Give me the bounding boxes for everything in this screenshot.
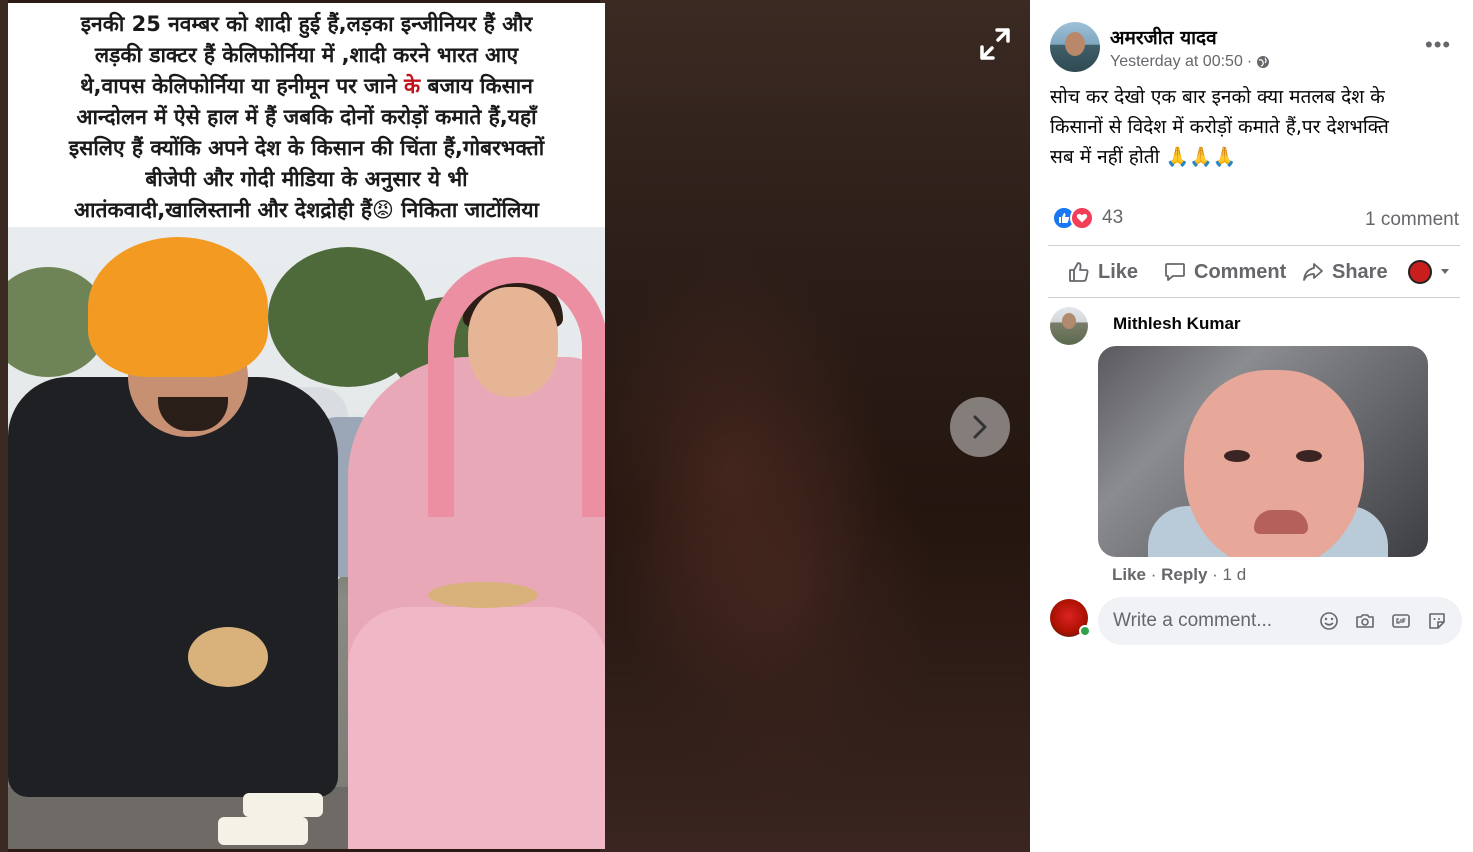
post-sidebar: अमरजीत यादव Yesterday at 00:50 · ••• सोच… bbox=[1030, 0, 1473, 852]
sticker-icon[interactable] bbox=[1426, 610, 1448, 632]
angry-emoji: 😡 bbox=[372, 198, 394, 222]
comment-input[interactable]: Write a comment... bbox=[1098, 597, 1462, 645]
caret-down-icon bbox=[1441, 269, 1449, 274]
author-name[interactable]: अमरजीत यादव bbox=[1110, 24, 1217, 50]
expand-button[interactable] bbox=[975, 24, 1015, 64]
post-photo: इनकी 25 नवम्बर को शादी हुई हैं,लड़का इन्… bbox=[8, 3, 605, 849]
post-actions: Like Comment Share bbox=[1048, 250, 1468, 294]
share-icon bbox=[1303, 263, 1323, 281]
chevron-right-icon bbox=[973, 415, 987, 439]
react-as-avatar bbox=[1408, 260, 1432, 284]
divider bbox=[1048, 245, 1460, 246]
post-text: सोच कर देखो एक बार इनको क्या मतलब देश के… bbox=[1050, 82, 1460, 172]
next-photo-button[interactable] bbox=[950, 397, 1010, 457]
share-button[interactable]: Share bbox=[1302, 261, 1388, 284]
viewer-edge bbox=[0, 0, 8, 852]
image-baby-mouth bbox=[1254, 510, 1308, 534]
couple-photo bbox=[8, 227, 605, 849]
online-indicator bbox=[1079, 625, 1091, 637]
caption-segment: थे,वापस केलिफोर्निया या हनीमून पर जाने bbox=[80, 74, 405, 98]
reaction-summary[interactable]: 43 bbox=[1052, 206, 1123, 230]
post-meta: Yesterday at 00:50 · bbox=[1110, 53, 1270, 71]
media-viewer: इनकी 25 नवम्बर को शादी हुई हैं,लड़का इन्… bbox=[0, 0, 1030, 852]
comment-label: Comment bbox=[1194, 260, 1287, 283]
caption-line: इनकी 25 नवम्बर को शादी हुई हैं,लड़का इन्… bbox=[80, 12, 533, 36]
post-timestamp[interactable]: Yesterday at 00:50 bbox=[1110, 53, 1243, 71]
comment-button[interactable]: Comment bbox=[1164, 261, 1286, 284]
avatar-face bbox=[1065, 32, 1085, 56]
caption-line: थे,वापस केलिफोर्निया या हनीमून पर जाने क… bbox=[18, 71, 595, 102]
comment-reply-link[interactable]: Reply bbox=[1161, 565, 1207, 584]
comment-image[interactable] bbox=[1098, 346, 1428, 557]
comment-time[interactable]: · 1 d bbox=[1207, 565, 1246, 584]
comment-like-link[interactable]: Like bbox=[1112, 565, 1146, 584]
post-text-segment: सब में नहीं होती bbox=[1050, 146, 1166, 168]
photo-plate bbox=[218, 817, 308, 845]
post-text-line: सब में नहीं होती 🙏🙏🙏 bbox=[1050, 142, 1460, 172]
caption-segment: आतंकवादी,खालिस्तानी और देशद्रोही हैं bbox=[74, 198, 373, 222]
gif-icon[interactable] bbox=[1390, 610, 1412, 632]
comment-input-placeholder: Write a comment... bbox=[1113, 610, 1273, 631]
photo-roti bbox=[188, 627, 268, 687]
caption-line: बीजेपी और गोदी मीडिया के अनुसार ये भी bbox=[145, 167, 468, 191]
comment-dot: · bbox=[1146, 565, 1162, 584]
caption-line: आतंकवादी,खालिस्तानी और देशद्रोही हैं😡 नि… bbox=[18, 195, 595, 226]
composer-tools bbox=[1318, 610, 1448, 632]
photo-caption-text: इनकी 25 नवम्बर को शादी हुई हैं,लड़का इन्… bbox=[8, 3, 605, 227]
love-reaction-icon bbox=[1070, 206, 1094, 230]
author-avatar[interactable] bbox=[1050, 22, 1100, 72]
pray-emoji: 🙏🙏🙏 bbox=[1165, 146, 1237, 168]
image-baby-eye bbox=[1224, 450, 1250, 462]
caption-segment: निकिता जाटोंलिया bbox=[393, 198, 539, 222]
photo-man bbox=[8, 377, 338, 797]
photo-dupatta bbox=[428, 257, 605, 517]
meta-separator: · bbox=[1246, 53, 1253, 70]
caption-segment-red: के bbox=[404, 74, 421, 98]
camera-icon[interactable] bbox=[1354, 610, 1376, 632]
image-baby-face bbox=[1184, 370, 1364, 557]
image-baby-eye bbox=[1296, 450, 1322, 462]
photo-plate bbox=[243, 793, 323, 817]
avatar-face bbox=[1062, 313, 1076, 329]
like-button[interactable]: Like bbox=[1068, 261, 1138, 284]
photo-woman-skirt bbox=[348, 607, 605, 849]
post-text-line: किसानों से विदेश में करोड़ों कमाते हैं,प… bbox=[1050, 116, 1389, 138]
caption-line: लड़की डाक्टर हैं केलिफोर्निया में ,शादी … bbox=[94, 43, 519, 67]
divider bbox=[1048, 297, 1460, 298]
comment-actions: Like · Reply · 1 d bbox=[1112, 565, 1246, 585]
reaction-count: 43 bbox=[1102, 207, 1124, 228]
commenter-avatar[interactable] bbox=[1050, 307, 1088, 345]
share-label: Share bbox=[1332, 260, 1388, 283]
photo-roti bbox=[428, 582, 538, 608]
comment-count-link[interactable]: 1 comment bbox=[1365, 209, 1459, 231]
post-text-line: सोच कर देखो एक बार इनको क्या मतलब देश के bbox=[1050, 86, 1385, 108]
commenter-name[interactable]: Mithlesh Kumar bbox=[1113, 314, 1241, 334]
caption-segment: बजाय किसान bbox=[420, 74, 533, 98]
caption-line: आन्दोलन में ऐसे हाल में हैं जबकि दोनों क… bbox=[76, 105, 537, 129]
facebook-photo-viewer: इनकी 25 नवम्बर को शादी हुई हैं,लड़का इन्… bbox=[0, 0, 1473, 852]
expand-icon bbox=[980, 28, 1010, 60]
globe-icon[interactable] bbox=[1256, 55, 1270, 69]
emoji-icon[interactable] bbox=[1318, 610, 1340, 632]
react-as-selector[interactable] bbox=[1408, 260, 1450, 284]
thumbs-up-icon bbox=[1069, 262, 1089, 282]
more-options-button[interactable]: ••• bbox=[1425, 32, 1451, 58]
comment-icon bbox=[1165, 263, 1185, 281]
caption-line: इसलिए हैं क्योंकि अपने देश के किसान की च… bbox=[68, 136, 545, 160]
photo-turban bbox=[88, 237, 268, 377]
like-label: Like bbox=[1098, 260, 1139, 283]
